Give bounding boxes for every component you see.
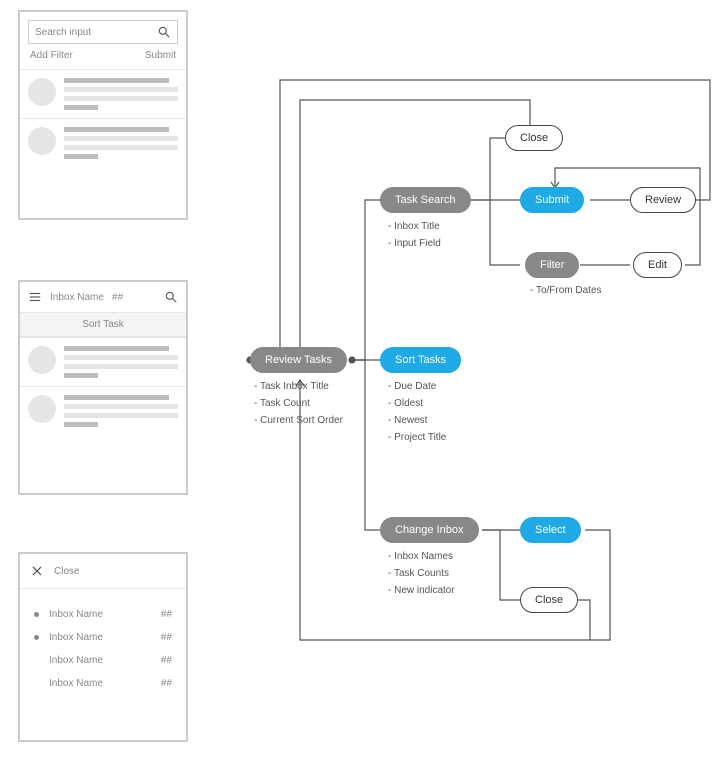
close-row[interactable]: Close [20,554,186,589]
details-review-tasks: Task Inbox Title Task Count Current Sort… [254,378,343,429]
avatar [28,346,56,374]
submit-link[interactable]: Submit [145,50,176,61]
menu-icon[interactable] [28,290,42,304]
search-icon [157,25,171,39]
node-review-tasks[interactable]: Review Tasks [250,347,347,373]
search-icon[interactable] [164,290,178,304]
inbox-row[interactable]: Inbox Name ## [20,603,186,626]
wireframe-menu-card: Close Inbox Name ## Inbox Name ## Inbox … [18,552,188,742]
node-change-inbox[interactable]: Change Inbox [380,517,479,543]
inbox-name: Inbox Name [49,678,151,689]
inbox-count: ## [161,655,172,666]
inbox-name: Inbox Name [49,632,151,643]
item-lines [64,346,178,378]
details-change-inbox: Inbox Names Task Counts New indicator [388,548,455,599]
item-lines [64,395,178,427]
inbox-name: Inbox Name [49,609,151,620]
wireframe-search-card: Search input Add Filter Submit [18,10,188,220]
avatar [28,127,56,155]
inbox-header: Inbox Name ## [20,282,186,312]
new-indicator-icon [34,612,39,617]
item-lines [64,78,178,110]
inbox-count: ## [112,292,123,303]
avatar [28,395,56,423]
search-input-row[interactable]: Search input [28,20,178,44]
inbox-row[interactable]: Inbox Name ## [20,672,186,695]
filter-row: Add Filter Submit [28,48,178,63]
inbox-name-label: Inbox Name [50,292,104,303]
close-icon [30,564,44,578]
sort-task-label: Sort Task [82,319,124,330]
node-filter[interactable]: Filter [525,252,579,278]
node-close-top[interactable]: Close [505,125,563,151]
node-review[interactable]: Review [630,187,696,213]
inbox-count: ## [161,678,172,689]
sort-task-bar[interactable]: Sort Task [20,312,186,337]
item-lines [64,127,178,159]
new-indicator-icon [34,681,39,686]
details-task-search: Inbox Title Input Field [388,218,441,252]
avatar [28,78,56,106]
new-indicator-icon [34,635,39,640]
flowchart: Close Task Search Inbox Title Input Fiel… [230,0,727,767]
wireframe-inbox-card: Inbox Name ## Sort Task [18,280,188,495]
inbox-row[interactable]: Inbox Name ## [20,649,186,672]
close-label: Close [54,566,80,577]
search-placeholder: Search input [35,27,91,38]
list-item[interactable] [20,337,186,386]
node-edit[interactable]: Edit [633,252,682,278]
details-sort-tasks: Due Date Oldest Newest Project Title [388,378,446,446]
new-indicator-icon [34,658,39,663]
list-item[interactable] [20,386,186,435]
node-close-bottom[interactable]: Close [520,587,578,613]
node-submit[interactable]: Submit [520,187,584,213]
list-item[interactable] [20,69,186,118]
node-select[interactable]: Select [520,517,581,543]
inbox-count: ## [161,632,172,643]
add-filter-link[interactable]: Add Filter [30,50,73,61]
details-filter: To/From Dates [530,282,602,299]
inbox-count: ## [161,609,172,620]
inbox-row[interactable]: Inbox Name ## [20,626,186,649]
node-task-search[interactable]: Task Search [380,187,471,213]
node-sort-tasks[interactable]: Sort Tasks [380,347,461,373]
list-item[interactable] [20,118,186,167]
inbox-name: Inbox Name [49,655,151,666]
